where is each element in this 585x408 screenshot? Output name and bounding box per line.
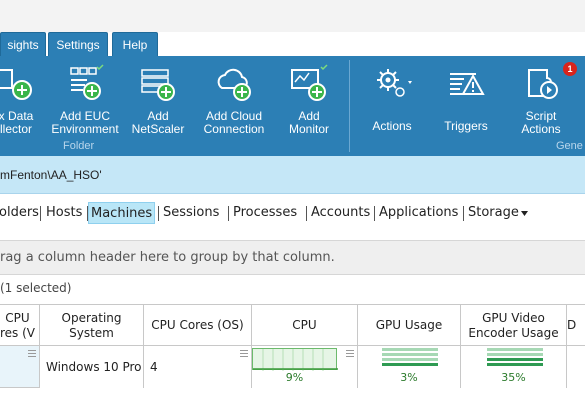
scope-path: mFenton\AA_HSO' <box>0 168 102 182</box>
tab-separator <box>40 206 41 221</box>
add-netscaler-label: Add NetScaler <box>131 109 185 136</box>
notification-badge: 1 <box>563 62 577 76</box>
selection-count: (1 selected) <box>0 281 72 295</box>
cell-menu-icon[interactable] <box>240 350 248 358</box>
tab-separator <box>463 206 464 221</box>
actions-button[interactable]: Actions <box>362 56 422 156</box>
add-cloud-connection-button[interactable]: Add Cloud Connection <box>196 56 272 156</box>
netscaler-icon <box>141 69 175 101</box>
table-row[interactable]: Windows 10 Pro 4 9% 3% 35% <box>0 346 585 388</box>
gpu-usage-bars <box>382 348 438 368</box>
cell-gpu-video-encoder: 35% <box>461 346 567 388</box>
tab-processes[interactable]: Processes <box>231 202 299 224</box>
add-euc-environment-label: Add EUC Environment <box>51 109 119 136</box>
gpu-encoder-bars <box>487 348 543 368</box>
gpu-encoder-value: 35% <box>501 371 526 384</box>
tab-separator <box>158 206 159 221</box>
group-by-hint: rag a column header here to group by tha… <box>0 250 335 265</box>
group-by-panel[interactable]: rag a column header here to group by tha… <box>0 240 585 275</box>
cloud-connection-icon <box>217 68 251 101</box>
add-data-collector-label: x Data llector <box>0 109 34 136</box>
scope-path-bar: mFenton\AA_HSO' <box>0 156 585 194</box>
grid-header: CPU res (V Operating System CPU Cores (O… <box>0 304 585 346</box>
tab-applications[interactable]: Applications <box>377 202 460 224</box>
tab-accounts[interactable]: Accounts <box>309 202 372 224</box>
view-tabs: olders Hosts Machines Sessions Processes… <box>0 198 585 228</box>
menu-tab-help[interactable]: Help <box>112 32 158 56</box>
euc-environment-icon <box>70 64 104 100</box>
column-d[interactable]: D <box>567 305 585 346</box>
add-cloud-connection-label: Add Cloud Connection <box>203 109 265 136</box>
chevron-down-icon[interactable] <box>521 211 528 216</box>
tab-separator <box>306 206 307 221</box>
menu-tabs: sights Settings Help <box>0 32 585 56</box>
cell-cpu: 9% <box>252 346 358 388</box>
general-group-label: Gene <box>556 140 583 152</box>
cell-cpu-cores-vm <box>0 346 40 388</box>
tab-sessions[interactable]: Sessions <box>161 202 221 224</box>
cell-d <box>567 346 585 388</box>
script-actions-icon <box>528 69 558 99</box>
tab-hosts[interactable]: Hosts <box>44 202 84 224</box>
cpu-cores-value: 4 <box>150 360 158 374</box>
menu-tab-insights[interactable]: sights <box>0 32 46 56</box>
ribbon-separator <box>349 60 350 152</box>
triggers-button[interactable]: Triggers <box>436 56 496 156</box>
column-operating-system[interactable]: Operating System <box>40 305 144 346</box>
gears-icon <box>377 69 412 97</box>
title-strip <box>0 0 585 32</box>
data-collector-icon <box>0 69 32 100</box>
cell-menu-icon[interactable] <box>346 350 354 358</box>
cpu-history-chart <box>253 349 338 371</box>
triggers-icon <box>450 73 485 95</box>
actions-label: Actions <box>372 119 412 133</box>
column-cpu-cores-os[interactable]: CPU Cores (OS) <box>144 305 252 346</box>
cpu-value: 9% <box>285 371 304 384</box>
gpu-usage-value: 3% <box>400 371 418 384</box>
tab-machines[interactable]: Machines <box>88 202 156 224</box>
tab-storage[interactable]: Storage <box>466 202 521 224</box>
column-cpu-cores-vm[interactable]: CPU res (V <box>0 305 40 346</box>
cell-cpu-cores-os: 4 <box>144 346 252 388</box>
monitor-icon <box>291 64 328 101</box>
tab-separator <box>374 206 375 221</box>
folder-group-label: Folder <box>63 140 95 152</box>
ribbon-toolbar: x Data llector Add EUC Environment Add N… <box>0 56 585 156</box>
tab-separator <box>228 206 229 221</box>
menu-tab-settings[interactable]: Settings <box>48 32 108 56</box>
cell-menu-icon[interactable] <box>28 350 36 358</box>
column-gpu-usage[interactable]: GPU Usage <box>358 305 461 346</box>
add-monitor-button[interactable]: Add Monitor <box>280 56 338 156</box>
add-monitor-label: Add Monitor <box>288 109 329 136</box>
column-cpu[interactable]: CPU <box>252 305 358 346</box>
cell-gpu-usage: 3% <box>358 346 461 388</box>
os-value: Windows 10 Pro <box>46 360 142 374</box>
cpu-sparkline <box>252 348 338 371</box>
add-data-collector-button[interactable]: x Data llector <box>0 56 42 156</box>
cell-operating-system: Windows 10 Pro <box>40 346 144 388</box>
add-netscaler-button[interactable]: Add NetScaler <box>126 56 190 156</box>
script-actions-label: Script Actions <box>521 109 561 136</box>
tab-folders[interactable]: olders <box>0 202 41 224</box>
triggers-label: Triggers <box>444 119 488 133</box>
column-gpu-video-encoder[interactable]: GPU Video Encoder Usage <box>461 305 567 346</box>
